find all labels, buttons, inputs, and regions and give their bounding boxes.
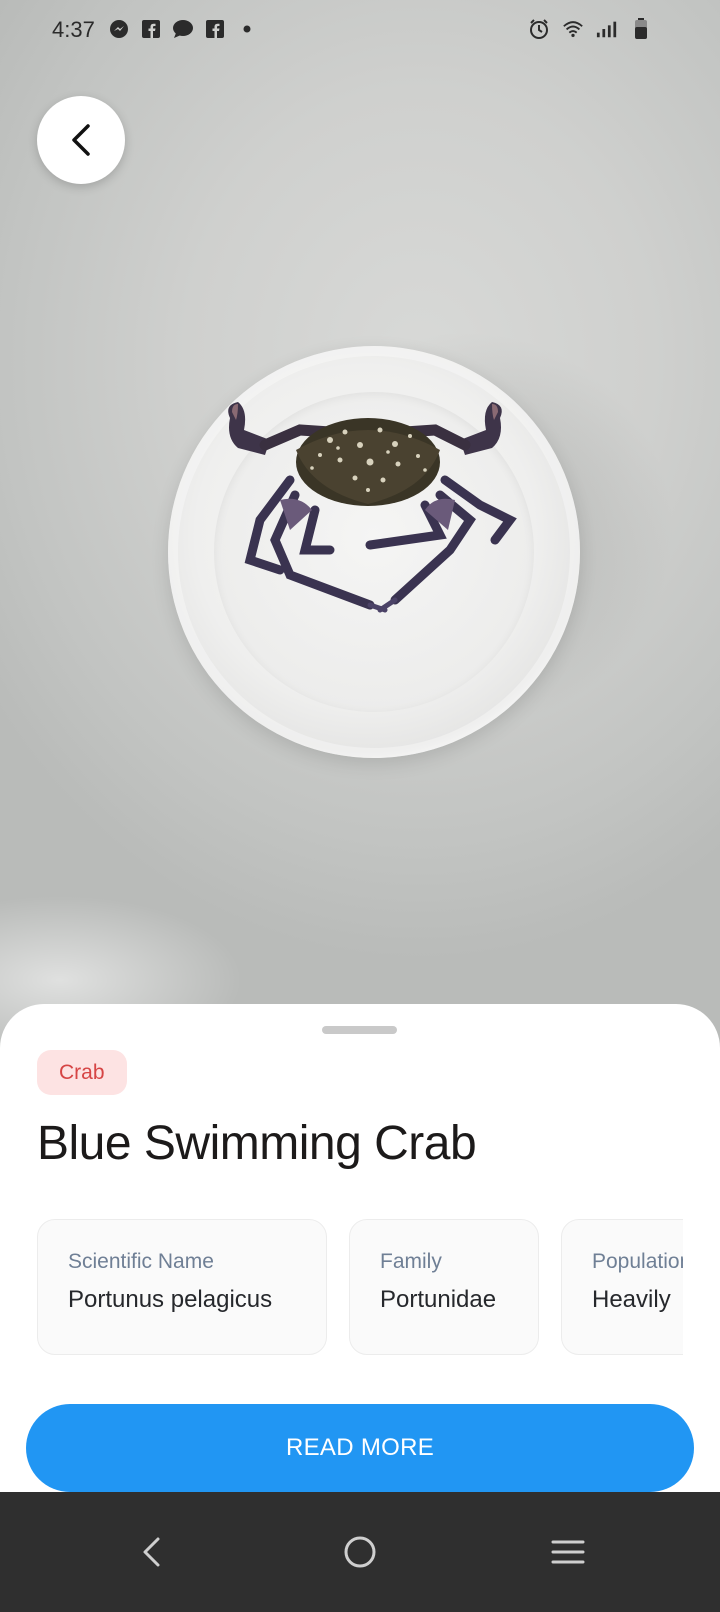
recents-icon xyxy=(551,1540,585,1564)
screen: 4:37 Crab Blue Swimming Crab Scientific … xyxy=(0,0,720,1612)
dot-icon xyxy=(236,18,258,40)
category-badge: Crab xyxy=(37,1050,127,1095)
battery-icon xyxy=(630,18,652,40)
nav-recents-button[interactable] xyxy=(538,1522,598,1582)
info-card-label: Family xyxy=(380,1250,442,1273)
home-icon xyxy=(344,1536,376,1568)
info-card-label: Population xyxy=(592,1250,683,1273)
nav-back-button[interactable] xyxy=(122,1522,182,1582)
back-icon xyxy=(143,1537,160,1567)
alarm-icon xyxy=(528,18,550,40)
back-button[interactable] xyxy=(37,96,125,184)
info-card-value: Portunidae xyxy=(380,1286,497,1313)
notification-icons xyxy=(108,18,258,40)
info-card-scientific-name: Scientific Name Portunus pelagicus xyxy=(37,1219,327,1355)
info-card-value: Heavily xyxy=(592,1286,671,1313)
info-card-family: Family Portunidae xyxy=(349,1219,539,1355)
info-cards-track: Scientific Name Portunus pelagicus Famil… xyxy=(37,1219,683,1355)
signal-icon xyxy=(596,18,618,40)
chevron-left-icon xyxy=(72,124,90,156)
facebook-icon xyxy=(204,18,226,40)
info-card-label: Scientific Name xyxy=(68,1250,214,1273)
status-time: 4:37 xyxy=(52,17,95,42)
messenger-icon xyxy=(108,18,130,40)
nav-home-button[interactable] xyxy=(330,1522,390,1582)
info-card-value: Portunus pelagicus xyxy=(68,1286,273,1313)
species-title: Blue Swimming Crab xyxy=(37,1117,477,1170)
facebook-icon xyxy=(140,18,162,40)
system-nav-bar xyxy=(0,1492,720,1612)
wifi-icon xyxy=(562,18,584,40)
status-bar: 4:37 xyxy=(0,0,720,60)
info-card-population: Population Heavily xyxy=(561,1219,683,1355)
chat-bubble-icon xyxy=(172,18,194,40)
sheet-drag-handle[interactable] xyxy=(322,1026,397,1034)
info-cards-carousel[interactable]: Scientific Name Portunus pelagicus Famil… xyxy=(37,1219,683,1359)
system-icons xyxy=(528,18,652,40)
read-more-button[interactable]: READ MORE xyxy=(26,1404,694,1492)
crab-image xyxy=(228,402,517,613)
